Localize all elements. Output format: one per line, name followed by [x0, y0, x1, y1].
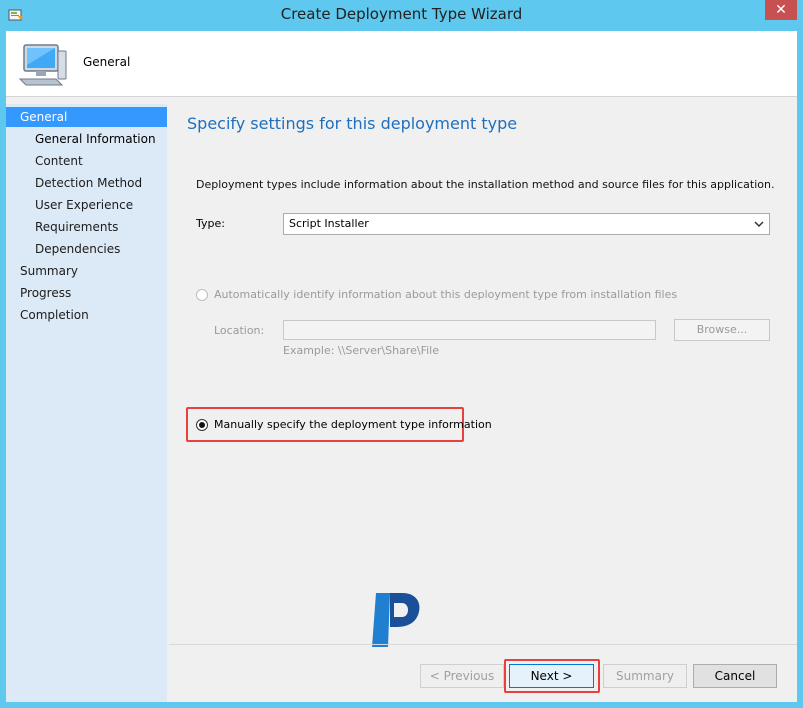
- nav-item-dependencies[interactable]: Dependencies: [6, 239, 167, 259]
- type-label: Type:: [196, 217, 225, 230]
- wizard-window: Create Deployment Type Wizard ✕ General …: [0, 0, 803, 708]
- auto-identify-option: Automatically identify information about…: [196, 288, 677, 301]
- nav-item-general-information[interactable]: General Information: [6, 129, 167, 149]
- location-example: Example: \\Server\Share\File: [283, 344, 439, 357]
- nav-item-requirements[interactable]: Requirements: [6, 217, 167, 237]
- wizard-banner: General: [6, 31, 797, 97]
- auto-identify-radio[interactable]: [196, 288, 208, 301]
- next-button[interactable]: Next >: [509, 664, 594, 688]
- wizard-step-nav: General General Information Content Dete…: [6, 104, 167, 702]
- cancel-button[interactable]: Cancel: [693, 664, 777, 688]
- page-description: Deployment types include information abo…: [196, 178, 775, 191]
- page-heading: Specify settings for this deployment typ…: [187, 114, 518, 133]
- close-icon: ✕: [775, 2, 787, 18]
- nav-item-progress[interactable]: Progress: [6, 283, 167, 303]
- banner-title: General: [83, 55, 131, 69]
- chevron-down-icon[interactable]: [753, 214, 765, 234]
- watermark-logo-icon: [368, 591, 424, 649]
- settings-panel: Specify settings for this deployment typ…: [169, 104, 797, 644]
- manual-specify-radio[interactable]: [196, 418, 208, 431]
- type-select[interactable]: Script Installer: [283, 213, 770, 235]
- client-area: General General General Information Cont…: [6, 31, 797, 702]
- nav-item-general[interactable]: General: [6, 107, 167, 127]
- location-label: Location:: [214, 324, 265, 337]
- manual-specify-option: Manually specify the deployment type inf…: [196, 418, 492, 431]
- close-button[interactable]: ✕: [765, 0, 797, 20]
- browse-button[interactable]: Browse...: [674, 319, 770, 341]
- nav-item-completion[interactable]: Completion: [6, 305, 167, 325]
- nav-item-detection-method[interactable]: Detection Method: [6, 173, 167, 193]
- nav-item-content[interactable]: Content: [6, 151, 167, 171]
- title-bar[interactable]: Create Deployment Type Wizard ✕: [0, 0, 803, 31]
- footer-divider: [169, 644, 797, 645]
- summary-button[interactable]: Summary: [603, 664, 687, 688]
- previous-button[interactable]: < Previous: [420, 664, 504, 688]
- auto-identify-label: Automatically identify information about…: [214, 288, 678, 301]
- computer-monitor-icon: [16, 39, 68, 89]
- location-input[interactable]: [283, 320, 656, 340]
- type-select-value: Script Installer: [289, 217, 369, 230]
- manual-specify-label: Manually specify the deployment type inf…: [214, 418, 492, 431]
- nav-item-summary[interactable]: Summary: [6, 261, 167, 281]
- window-title: Create Deployment Type Wizard: [280, 5, 523, 23]
- nav-item-user-experience[interactable]: User Experience: [6, 195, 167, 215]
